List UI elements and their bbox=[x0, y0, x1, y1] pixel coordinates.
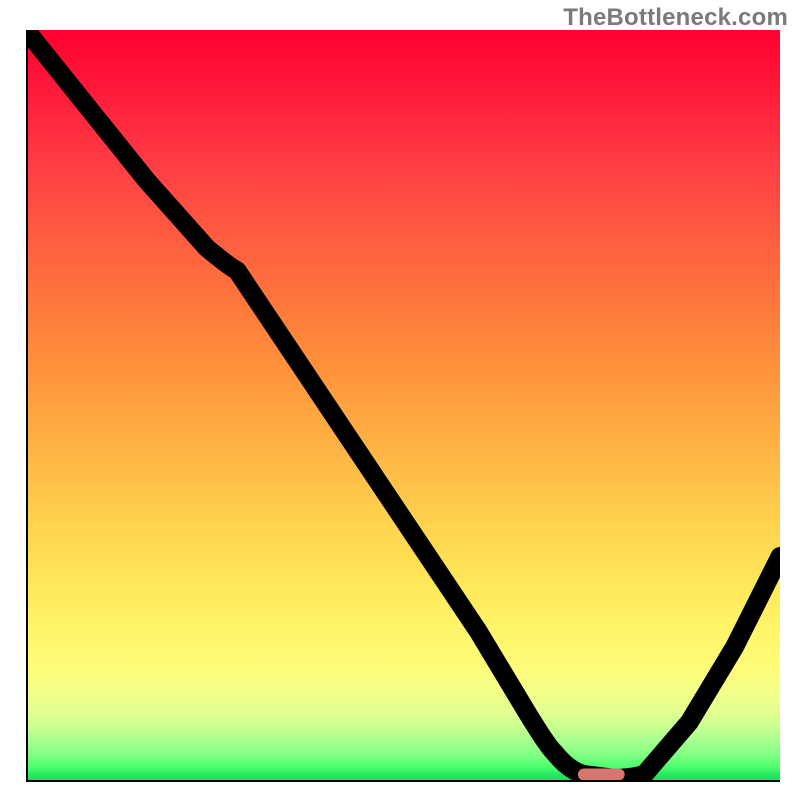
axes-overlay bbox=[26, 30, 780, 782]
chart-container: TheBottleneck.com bbox=[0, 0, 800, 800]
plot-area bbox=[26, 30, 780, 782]
watermark-text: TheBottleneck.com bbox=[563, 4, 788, 32]
